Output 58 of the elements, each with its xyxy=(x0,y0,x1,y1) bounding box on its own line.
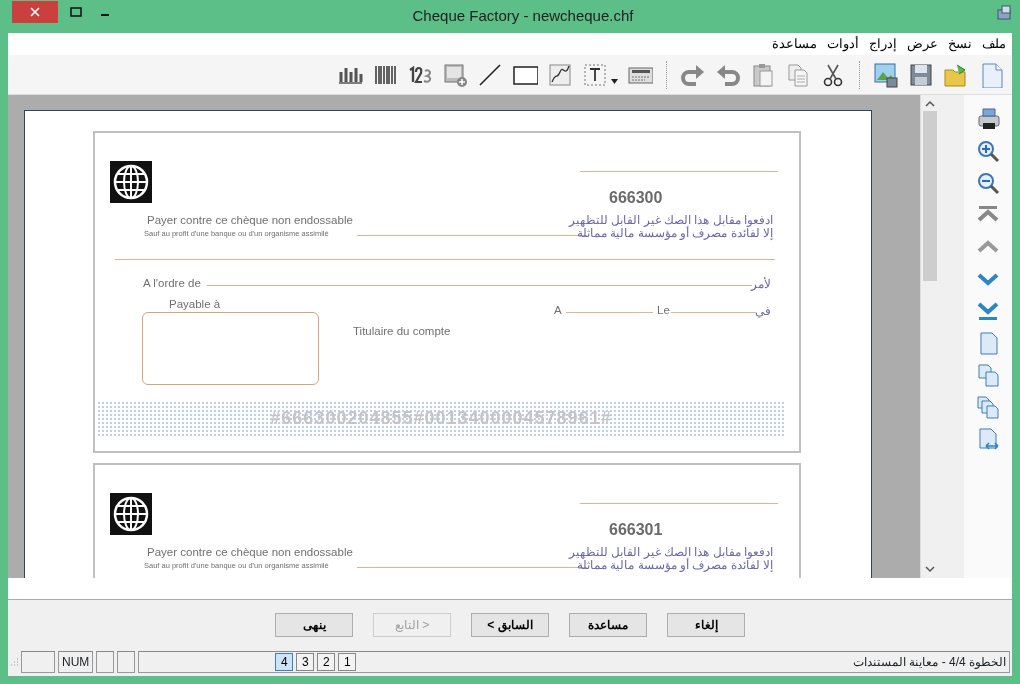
close-icon xyxy=(30,6,40,17)
date-label: في xyxy=(755,303,771,320)
maximize-icon[interactable] xyxy=(70,6,82,17)
cheque-text: ادفعوا مقابل هذا الصك غير القابل للتظهير xyxy=(569,212,773,227)
zoom-out-icon[interactable] xyxy=(976,171,1000,195)
zoom-in-icon[interactable] xyxy=(976,139,1000,163)
step-text: الخطوة 4/4 - معاينة المستندات xyxy=(852,654,1006,671)
window-title: Cheque Factory - newcheque.chf xyxy=(411,6,635,27)
resize-grip-icon xyxy=(10,658,18,666)
clipboard-icon[interactable] xyxy=(750,61,776,88)
payable-label: Payable à xyxy=(169,297,221,312)
image-save-icon[interactable] xyxy=(873,61,899,88)
vertical-scrollbar[interactable] xyxy=(920,95,938,578)
wizard-button[interactable]: < السابق xyxy=(471,613,549,637)
page-button[interactable]: 4 xyxy=(275,653,294,671)
wizard-button[interactable]: ينهى xyxy=(275,613,353,637)
payee-label: لأمر xyxy=(751,275,771,293)
globe-logo-icon xyxy=(110,161,152,203)
menu-item[interactable]: ملف xyxy=(982,35,1006,53)
wizard-button[interactable]: إلغاء xyxy=(667,613,745,637)
menu-item[interactable]: عرض xyxy=(907,35,938,53)
image-add-icon[interactable] xyxy=(442,61,468,88)
multiple-pages-icon[interactable] xyxy=(976,395,1000,419)
cheque-text: Payer contre ce chèque non endossable xyxy=(147,213,353,228)
page-button[interactable]: 3 xyxy=(296,653,315,671)
signature-icon[interactable] xyxy=(547,61,573,88)
payee-label: A l'ordre de xyxy=(143,276,201,291)
status-panel xyxy=(96,651,115,673)
page-button[interactable]: 1 xyxy=(338,653,357,671)
page-arrows-icon[interactable] xyxy=(976,427,1000,451)
wizard-button[interactable]: مساعدة xyxy=(569,613,647,637)
cheque-number: 666300 xyxy=(609,188,663,208)
menu-item[interactable]: نسخ xyxy=(948,35,972,53)
cheque-text: إلا لفائدة مصرف أو مؤسسة مالية مماثلة xyxy=(577,226,773,242)
text-box-icon[interactable] xyxy=(582,61,608,88)
num-lock-indicator: NUM xyxy=(58,651,94,673)
globe-logo-icon xyxy=(110,493,152,535)
status-panel xyxy=(21,651,55,673)
close-button[interactable] xyxy=(12,0,58,23)
menu-item[interactable]: إدراج xyxy=(869,35,897,53)
cheque-number: 666301 xyxy=(609,520,663,540)
cheque-text: Payer contre ce chèque non endossable xyxy=(147,545,353,560)
place-label: A xyxy=(554,303,562,318)
scroll-thumb[interactable] xyxy=(922,111,937,281)
menu-item[interactable]: مساعدة xyxy=(772,35,817,53)
status-panel xyxy=(117,651,136,673)
date-label: Le xyxy=(657,303,670,318)
page-button[interactable]: 2 xyxy=(317,653,336,671)
app-icon xyxy=(996,4,1012,21)
cheque-text: إلا لفائدة مصرف أو مؤسسة مالية مماثلة xyxy=(577,558,773,574)
printer-icon[interactable] xyxy=(976,107,1000,131)
two-pages-icon[interactable] xyxy=(976,363,1000,387)
menu-item[interactable]: أدوات xyxy=(827,35,859,53)
dropdown-caret-icon[interactable] xyxy=(611,79,618,84)
save-icon[interactable] xyxy=(908,61,934,88)
cheque-text: ادفعوا مقابل هذا الصك غير القابل للتظهير xyxy=(569,544,773,559)
holder-label: Titulaire du compte xyxy=(353,324,451,339)
line-icon[interactable] xyxy=(477,61,503,88)
